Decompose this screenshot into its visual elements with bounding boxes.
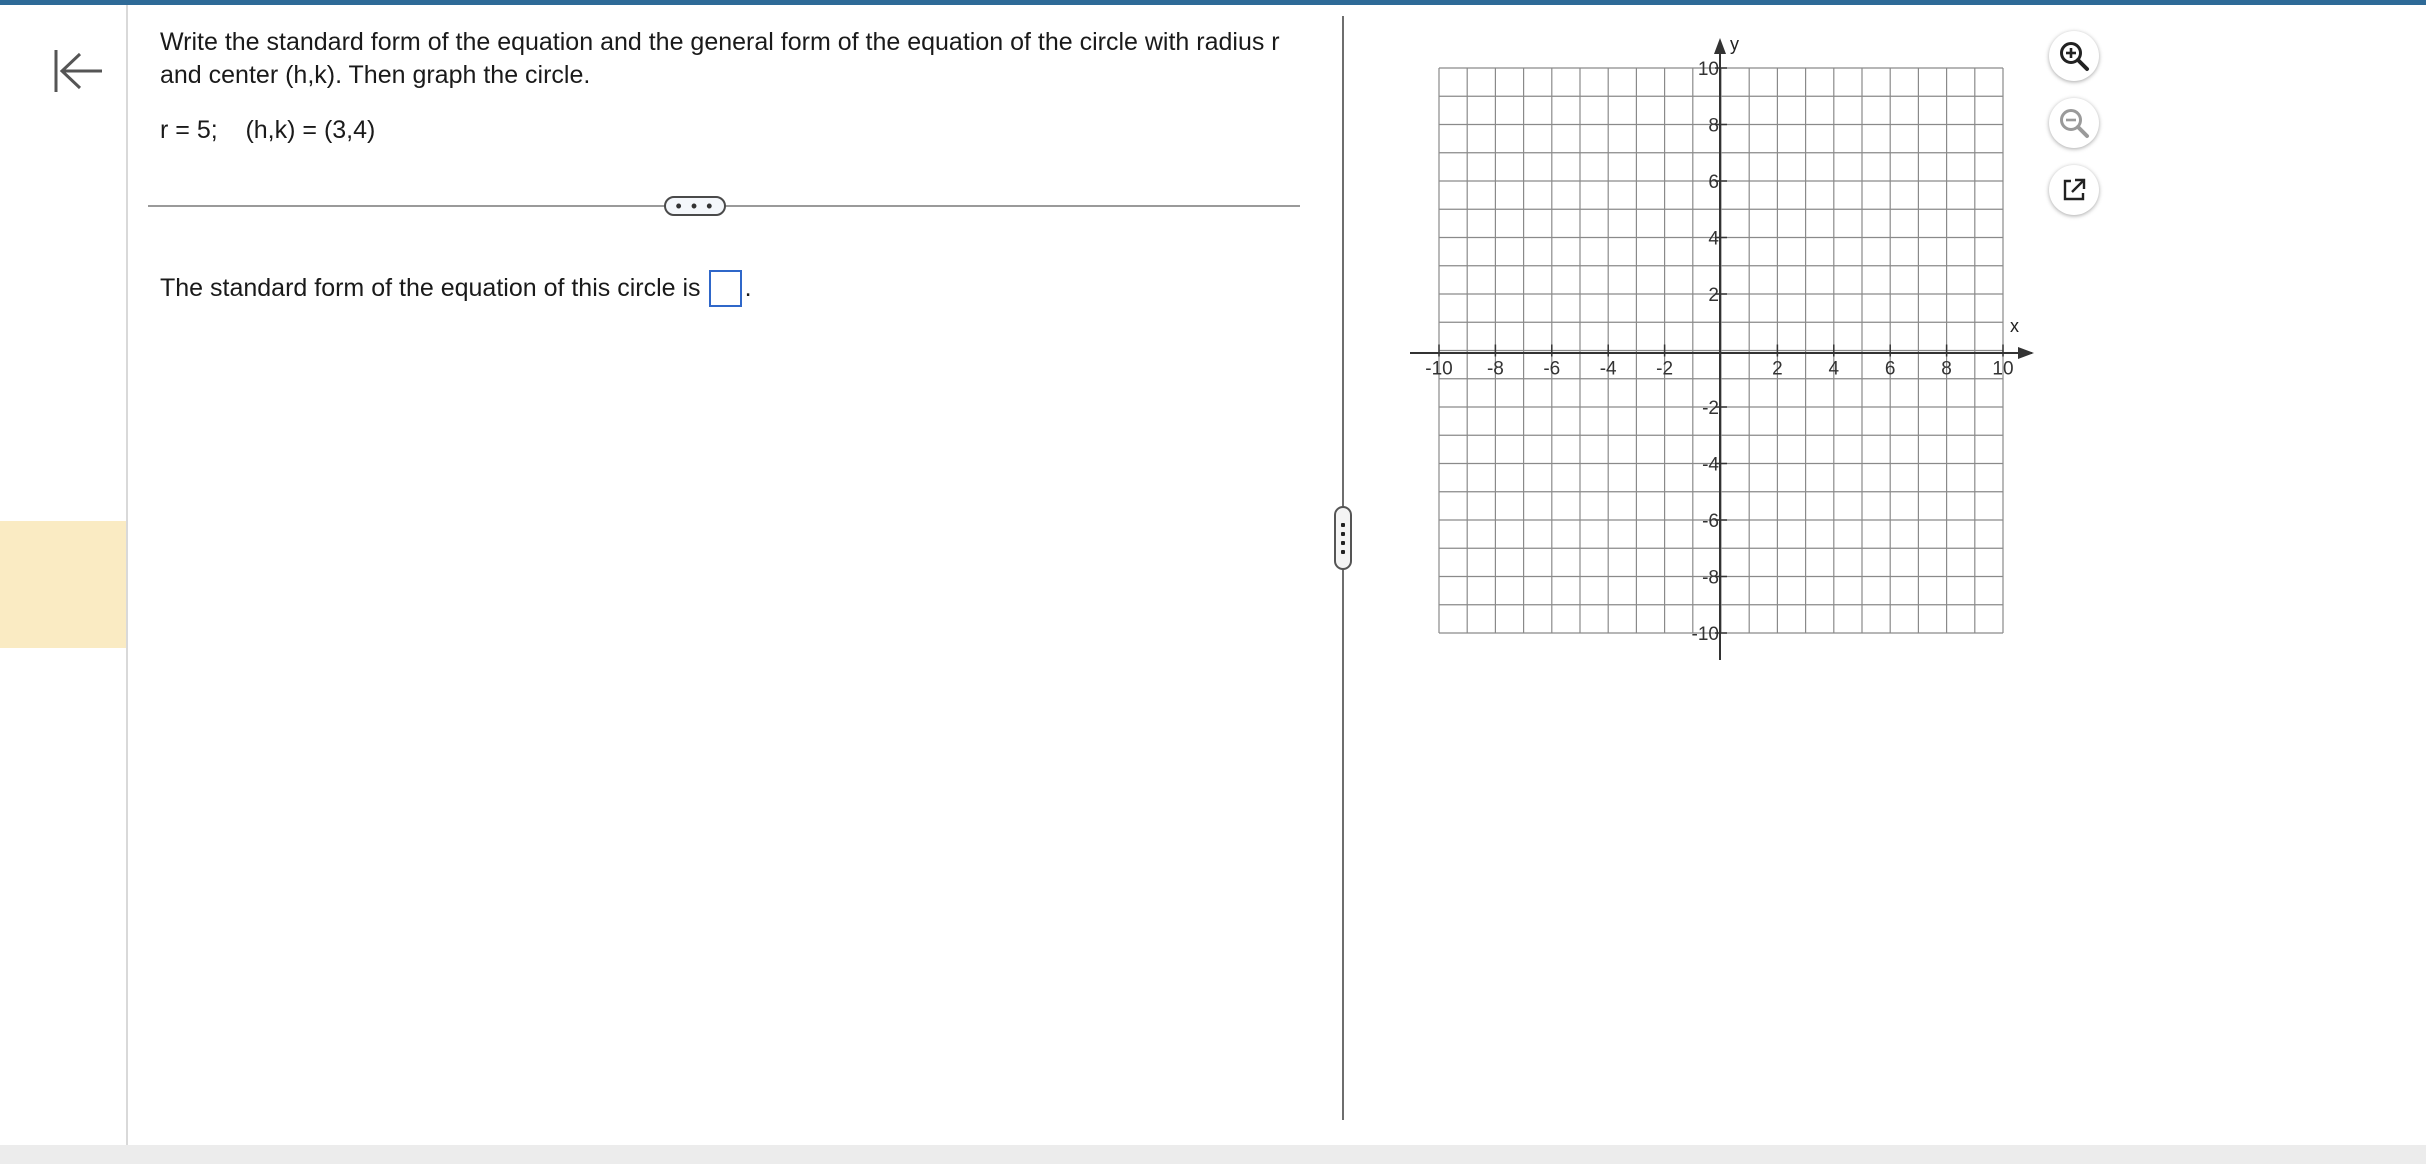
question-prompt: Write the standard form of the equation … [160, 28, 1280, 89]
pane-resize-handle[interactable] [1334, 506, 1352, 570]
y-tick-label: 2 [1708, 285, 1719, 306]
given-values: r = 5; (h,k) = (3,4) [160, 116, 376, 144]
more-options-button[interactable]: • • • [664, 196, 726, 216]
x-tick-label: 8 [1941, 359, 1952, 380]
answer-suffix: . [744, 274, 752, 302]
zoom-in-icon [2060, 42, 2089, 71]
bottom-bar [0, 1145, 2426, 1164]
top-accent-bar [0, 0, 2426, 5]
x-tick-label: -4 [1600, 359, 1617, 380]
y-axis-arrow-icon [1714, 38, 1726, 54]
coordinate-graph[interactable]: -10 -8 -6 -4 -2 2 4 6 8 10 10 8 6 4 2 -2 -4 -6 -8 -10 x y [1410, 28, 2050, 663]
x-axis-arrow-icon [2018, 347, 2034, 359]
x-tick-label: -6 [1543, 359, 1560, 380]
external-link-icon [2063, 178, 2086, 201]
x-tick-label: 2 [1772, 359, 1783, 380]
y-tick-label: -10 [1692, 624, 1719, 645]
y-tick-label: -4 [1702, 455, 1719, 476]
x-axis-label: x [2010, 316, 2019, 336]
graph-axes [1410, 38, 2034, 663]
open-external-button[interactable] [2049, 165, 2099, 215]
y-axis-label: y [1730, 34, 1739, 54]
x-tick-label: 10 [1992, 359, 2013, 380]
x-tick-label: 6 [1885, 359, 1896, 380]
standard-form-answer-box[interactable] [708, 270, 742, 307]
x-tick-label: -8 [1487, 359, 1504, 380]
y-tick-label: -6 [1702, 511, 1719, 532]
y-tick-label: 10 [1698, 59, 1719, 80]
collapse-panel-button[interactable] [50, 46, 106, 96]
y-tick-label: -8 [1702, 568, 1719, 589]
y-tick-label: 4 [1708, 229, 1719, 250]
x-tick-label: 4 [1829, 359, 1840, 380]
answer-label: The standard form of the equation of thi… [160, 274, 701, 302]
y-tick-label: -2 [1702, 398, 1719, 419]
zoom-in-button[interactable] [2049, 31, 2099, 81]
y-tick-label: 6 [1708, 172, 1719, 193]
y-tick-label: 8 [1708, 116, 1719, 137]
zoom-out-button[interactable] [2049, 98, 2099, 148]
zoom-out-icon [2060, 109, 2089, 138]
x-tick-label: -10 [1425, 359, 1452, 380]
arrow-left-to-bar-icon [54, 50, 102, 92]
rail-highlight [0, 521, 126, 648]
x-tick-label: -2 [1656, 359, 1673, 380]
answer-statement: The standard form of the equation of thi… [160, 270, 752, 307]
